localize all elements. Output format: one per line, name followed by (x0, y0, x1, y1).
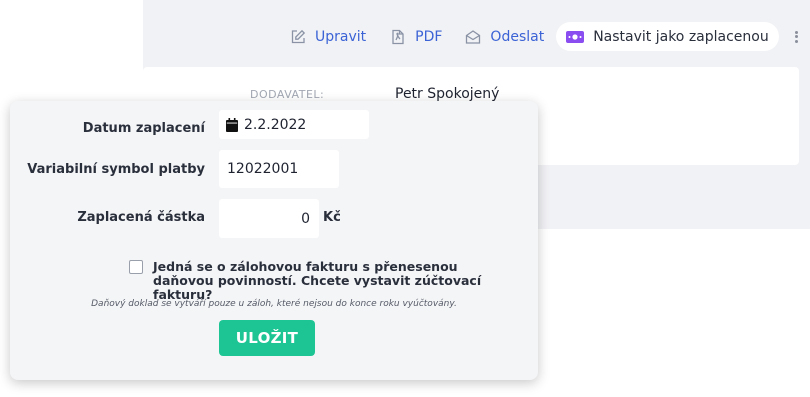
advance-invoice-checkbox[interactable] (129, 260, 143, 274)
pdf-file-icon (392, 29, 404, 44)
send-label: Odeslat (490, 28, 545, 45)
screen: Upravit PDF Odeslat Nastavit jako zaplac… (0, 0, 810, 397)
tax-document-note: Daňový doklad se vytváří pouze u záloh, … (91, 299, 457, 309)
payment-date-field[interactable]: 2.2.2022 (219, 110, 369, 139)
pdf-button[interactable]: PDF (390, 22, 442, 51)
mark-paid-label: Nastavit jako zaplacenou (593, 28, 769, 45)
variable-symbol-input[interactable]: 12022001 (219, 150, 339, 188)
edit-label: Upravit (315, 28, 367, 45)
edit-button[interactable]: Upravit (290, 22, 366, 51)
send-button[interactable]: Odeslat (465, 22, 544, 51)
edit-icon (291, 29, 306, 43)
save-button[interactable]: ULOŽIT (219, 320, 315, 356)
envelope-icon (466, 29, 481, 44)
supplier-name: Petr Spokojený (395, 86, 500, 102)
mark-paid-popover: Datum zaplacení 2.2.2022 Variabilní symb… (10, 101, 538, 380)
amount-input[interactable]: 0 (219, 199, 319, 238)
currency-label: Kč (323, 210, 341, 225)
cash-icon (566, 30, 585, 43)
pdf-label: PDF (415, 28, 443, 45)
payment-date-value: 2.2.2022 (244, 116, 307, 133)
supplier-label: DODAVATEL: (250, 88, 325, 101)
more-vertical-icon[interactable] (792, 27, 802, 47)
advance-invoice-label[interactable]: Jedná se o zálohovou fakturu s přeneseno… (153, 260, 493, 302)
invoice-toolbar: Upravit PDF Odeslat Nastavit jako zaplac… (290, 22, 802, 51)
amount-label: Zaplacená částka (77, 210, 205, 225)
payment-date-label: Datum zaplacení (82, 121, 205, 136)
mark-paid-button[interactable]: Nastavit jako zaplacenou (556, 22, 779, 51)
variable-symbol-label: Variabilní symbol platby (27, 162, 205, 177)
calendar-icon (226, 117, 238, 132)
